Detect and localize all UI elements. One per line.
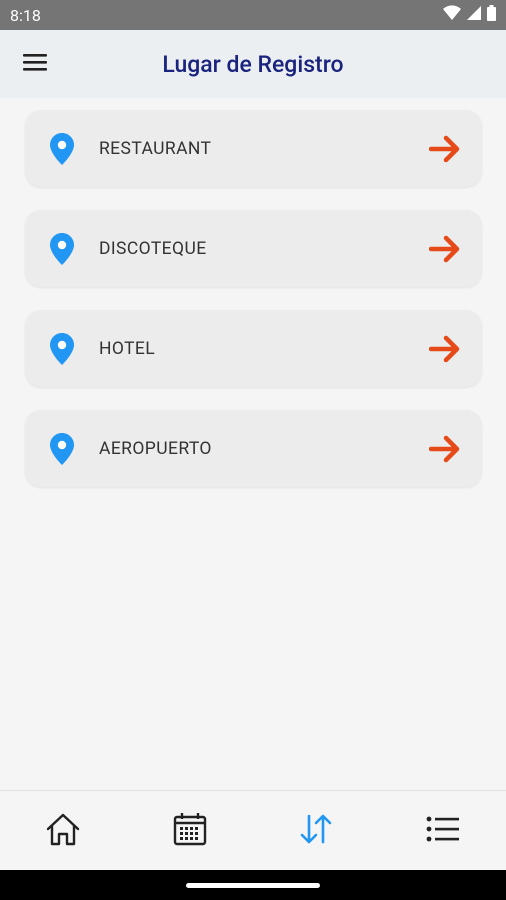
wifi-icon — [443, 5, 461, 25]
location-pin-icon — [49, 332, 75, 365]
arrow-right-icon — [428, 332, 462, 366]
nav-list[interactable] — [393, 801, 493, 861]
swap-vert-icon — [299, 813, 333, 849]
screen: 8:18 Lugar de Registro RESTAURANT DISCOT… — [0, 0, 506, 900]
nav-calendar[interactable] — [140, 801, 240, 861]
app-bar: Lugar de Registro — [0, 30, 506, 98]
arrow-right-icon — [428, 232, 462, 266]
place-label: HOTEL — [99, 338, 156, 359]
home-gesture-pill[interactable] — [186, 882, 320, 888]
bottom-nav — [0, 790, 506, 870]
status-icons — [443, 5, 496, 25]
list-icon — [426, 816, 460, 846]
arrow-right-icon — [428, 432, 462, 466]
place-item-hotel[interactable]: HOTEL — [25, 310, 482, 387]
location-pin-icon — [49, 232, 75, 265]
location-pin-icon — [49, 432, 75, 465]
hamburger-menu-icon — [23, 52, 47, 76]
system-nav-bar — [0, 870, 506, 900]
menu-button[interactable] — [0, 30, 70, 98]
page-title: Lugar de Registro — [162, 50, 344, 78]
home-icon — [45, 812, 81, 850]
places-list: RESTAURANT DISCOTEQUE HOTEL AEROPUERTO — [25, 110, 482, 510]
place-label: RESTAURANT — [99, 138, 212, 159]
place-item-discoteque[interactable]: DISCOTEQUE — [25, 210, 482, 287]
nav-transfers[interactable] — [266, 801, 366, 861]
place-label: DISCOTEQUE — [99, 238, 207, 259]
status-bar: 8:18 — [0, 0, 506, 30]
place-label: AEROPUERTO — [99, 438, 212, 459]
place-item-restaurant[interactable]: RESTAURANT — [25, 110, 482, 187]
calendar-icon — [173, 812, 207, 850]
status-time: 8:18 — [10, 5, 41, 25]
cell-signal-icon — [467, 5, 481, 25]
battery-icon — [487, 5, 496, 25]
arrow-right-icon — [428, 132, 462, 166]
nav-home[interactable] — [13, 801, 113, 861]
place-item-aeropuerto[interactable]: AEROPUERTO — [25, 410, 482, 487]
location-pin-icon — [49, 132, 75, 165]
